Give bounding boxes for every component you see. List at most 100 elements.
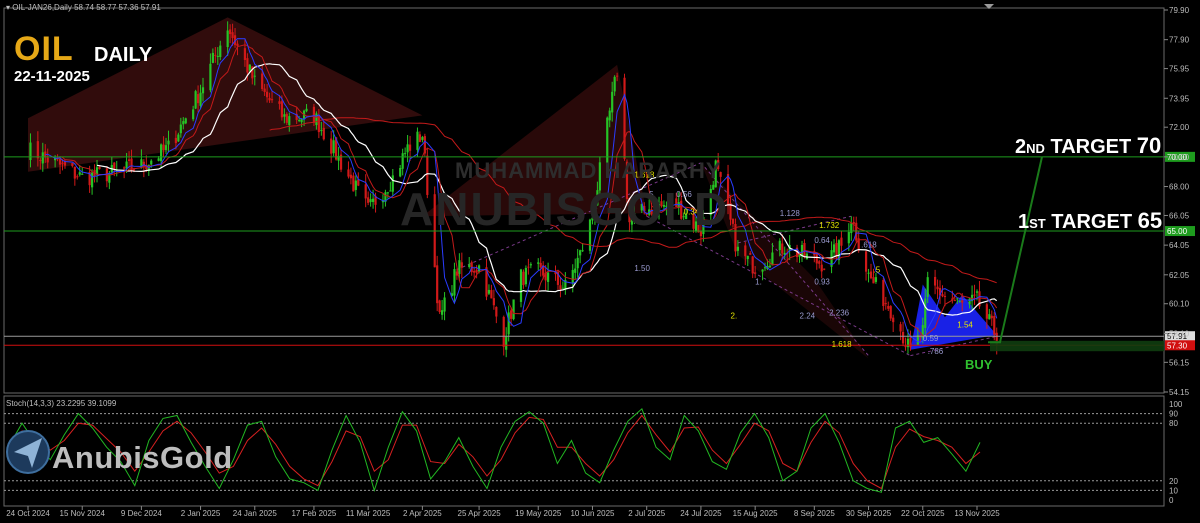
candle-body bbox=[490, 290, 493, 299]
candle-body bbox=[591, 217, 594, 221]
fib-label: .786 bbox=[928, 347, 944, 356]
candle-body bbox=[354, 180, 357, 190]
x-tick-label: 2 Jan 2025 bbox=[181, 509, 221, 518]
candle-body bbox=[869, 271, 873, 279]
fib-label: 0.93 bbox=[814, 277, 830, 286]
candle-body bbox=[406, 144, 409, 153]
candle-body bbox=[588, 219, 592, 251]
candle-body bbox=[754, 272, 757, 274]
stoch-tick-label: 80 bbox=[1169, 419, 1178, 428]
candle-body bbox=[956, 298, 959, 300]
candle-body bbox=[288, 116, 291, 126]
candle-body bbox=[864, 251, 868, 272]
fib-label: .618 bbox=[861, 240, 877, 249]
candle-body bbox=[502, 316, 505, 347]
candle-body bbox=[943, 295, 947, 297]
x-tick-label: 2 Jul 2025 bbox=[628, 509, 665, 518]
candle-body bbox=[882, 279, 885, 306]
candle-body bbox=[660, 201, 663, 207]
pattern-line bbox=[700, 162, 869, 356]
y-tick-label: 62.05 bbox=[1169, 271, 1190, 280]
candle-body bbox=[367, 197, 370, 203]
candle-body bbox=[850, 223, 853, 234]
candle-body bbox=[840, 237, 843, 246]
candle-body bbox=[667, 200, 670, 205]
candle-body bbox=[547, 272, 550, 282]
fib-label: 1.50 bbox=[634, 264, 650, 273]
y-tick-label: 77.90 bbox=[1169, 36, 1190, 45]
candle-body bbox=[901, 331, 905, 344]
x-tick-label: 17 Feb 2025 bbox=[291, 509, 336, 518]
candle-body bbox=[436, 265, 439, 304]
candle-body bbox=[616, 75, 619, 77]
x-tick-label: 13 Nov 2025 bbox=[954, 509, 1000, 518]
candle-body bbox=[29, 142, 32, 161]
candle-body bbox=[924, 298, 927, 328]
candle-body bbox=[611, 91, 614, 113]
candle-body bbox=[598, 162, 601, 191]
candle-body bbox=[744, 245, 747, 257]
candle-body bbox=[574, 268, 577, 273]
price-chart[interactable]: 70.0065.0057.9157.30 1.6185 0.560.341.501… bbox=[0, 0, 1200, 523]
candle-body bbox=[160, 144, 163, 162]
stoch-tick-label: 0 bbox=[1169, 496, 1174, 505]
candle-body bbox=[418, 134, 422, 142]
candle-body bbox=[46, 157, 49, 163]
candle-body bbox=[305, 108, 308, 112]
candle-body bbox=[347, 169, 350, 177]
y-tick-label: 56.15 bbox=[1169, 358, 1190, 367]
fib-label: 5 bbox=[649, 190, 654, 199]
support-price-tag: 57.30 bbox=[1167, 341, 1188, 350]
fib-label: 2.236 bbox=[829, 309, 850, 318]
candle-body bbox=[800, 245, 804, 256]
candle-body bbox=[736, 246, 740, 251]
candle-body bbox=[630, 219, 634, 225]
x-tick-label: 11 Mar 2025 bbox=[346, 509, 391, 518]
candle-body bbox=[332, 140, 335, 154]
y-tick-label: 72.00 bbox=[1169, 123, 1190, 132]
candle-body bbox=[261, 73, 264, 89]
candle-body bbox=[196, 94, 200, 104]
candle-body bbox=[174, 137, 177, 144]
candle-body bbox=[283, 114, 286, 117]
candle-body bbox=[78, 172, 81, 175]
stoch-panel bbox=[3, 395, 1165, 507]
candle-body bbox=[201, 87, 205, 94]
x-tick-label: 24 Jul 2025 bbox=[680, 509, 722, 518]
fib-label: 1. bbox=[755, 277, 762, 286]
candle-body bbox=[958, 300, 961, 302]
candle-body bbox=[680, 200, 683, 219]
candle-body bbox=[352, 175, 355, 192]
candle-body bbox=[268, 97, 271, 101]
candle-body bbox=[872, 277, 875, 284]
candle-body bbox=[889, 306, 892, 319]
fib-label: 0.64 bbox=[814, 236, 830, 245]
candle-body bbox=[623, 77, 626, 159]
candle-body bbox=[665, 205, 668, 208]
candle-body bbox=[315, 113, 318, 126]
candle-body bbox=[815, 253, 818, 264]
pattern-shade-1 bbox=[28, 17, 423, 172]
x-tick-label: 19 May 2025 bbox=[515, 509, 562, 518]
candle-body bbox=[904, 346, 907, 348]
candle-body bbox=[512, 299, 515, 320]
candle-body bbox=[216, 55, 219, 57]
candle-body bbox=[731, 218, 735, 224]
candle-body bbox=[426, 155, 429, 195]
candle-body bbox=[182, 121, 185, 125]
candle-body bbox=[199, 92, 202, 106]
candle-body bbox=[263, 88, 266, 92]
candle-body bbox=[823, 268, 826, 270]
candle-body bbox=[561, 287, 564, 289]
stoch-tick-label: 90 bbox=[1169, 410, 1178, 419]
fib-label: 1.54 bbox=[957, 320, 973, 329]
candle-body bbox=[537, 262, 540, 264]
candle-body bbox=[717, 160, 720, 170]
pattern-shade-2 bbox=[422, 64, 647, 217]
candle-body bbox=[993, 316, 996, 335]
x-tick-label: 15 Nov 2024 bbox=[60, 509, 106, 518]
candle-body bbox=[98, 166, 101, 170]
candle-body bbox=[906, 338, 910, 348]
y-tick-label: 70.00 bbox=[1169, 153, 1190, 162]
candle-body bbox=[968, 298, 971, 305]
